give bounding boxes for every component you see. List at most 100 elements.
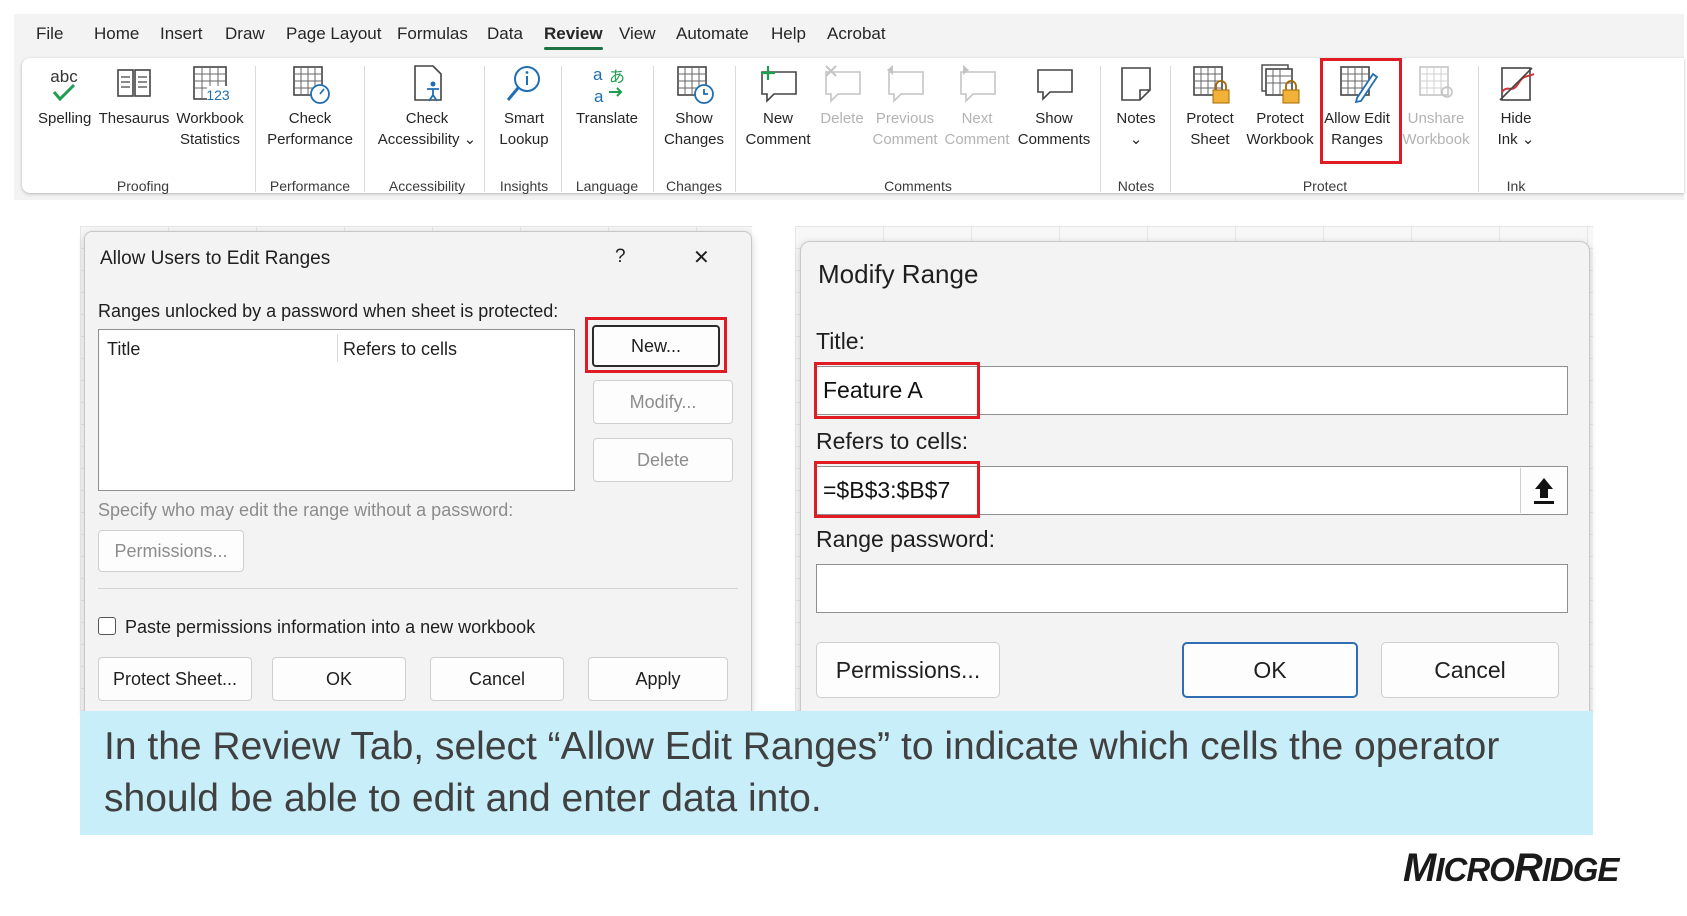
check-performance-label-1: Check: [288, 110, 332, 127]
notes-label-2: ⌄: [1129, 131, 1143, 148]
previous-comment-button: Previous Comment: [870, 62, 940, 150]
cancel-button[interactable]: Cancel: [1381, 642, 1559, 698]
spelling-button[interactable]: abc Spelling: [38, 62, 92, 129]
group-separator: [653, 66, 654, 192]
group-notes-label: Notes: [1117, 178, 1155, 194]
collapse-dialog-button[interactable]: [1520, 468, 1566, 513]
workbook-statistics-label-2: Statistics: [179, 131, 240, 148]
protect-sheet-label-2: Sheet: [1190, 131, 1230, 148]
svg-text:a: a: [594, 87, 604, 106]
refers-to-cells-label: Refers to cells:: [816, 428, 969, 454]
tab-draw[interactable]: Draw: [225, 24, 265, 44]
ok-button[interactable]: OK: [272, 657, 406, 701]
tab-file[interactable]: File: [36, 24, 63, 44]
tab-review[interactable]: Review: [544, 24, 603, 50]
ranges-list[interactable]: Title Refers to cells: [98, 329, 575, 491]
help-icon[interactable]: ?: [615, 246, 626, 268]
tab-page-layout[interactable]: Page Layout: [286, 24, 381, 44]
group-ink-label: Ink: [1506, 178, 1526, 194]
apply-button[interactable]: Apply: [588, 657, 728, 701]
group-separator: [255, 66, 256, 192]
unshare-workbook-button: Unshare Workbook: [1400, 62, 1472, 150]
spelling-icon: abc: [50, 67, 78, 102]
modify-range-dialog: Modify Range Title: Feature A Refers to …: [800, 241, 1590, 713]
unshare-workbook-icon: [1419, 66, 1453, 98]
hide-ink-icon: [1499, 67, 1535, 101]
group-separator: [735, 66, 736, 192]
group-language-label: Language: [575, 178, 639, 194]
show-comments-button[interactable]: Show Comments: [1014, 62, 1094, 150]
smart-lookup-label-2: Lookup: [499, 131, 549, 148]
show-changes-button[interactable]: Show Changes: [659, 62, 729, 150]
delete-comment-button: Delete: [816, 62, 868, 129]
notes-button[interactable]: Notes ⌄: [1108, 62, 1164, 150]
group-separator: [1100, 66, 1101, 192]
protect-workbook-label-2: Workbook: [1246, 131, 1314, 148]
excel-ribbon: File Home Insert Draw Page Layout Formul…: [14, 14, 1684, 200]
tab-acrobat[interactable]: Acrobat: [827, 24, 886, 44]
caption-text: In the Review Tab, select “Allow Edit Ra…: [104, 725, 1500, 820]
logo-idge: IDGE: [1541, 851, 1620, 888]
workbook-statistics-label-1: Workbook: [176, 110, 244, 127]
spelling-label: Spelling: [38, 110, 92, 127]
thesaurus-button[interactable]: Thesaurus: [98, 62, 170, 129]
ok-button[interactable]: OK: [1182, 642, 1358, 698]
unshare-workbook-label-1: Unshare: [1407, 110, 1465, 127]
paste-permissions-label[interactable]: Paste permissions information into a new…: [125, 617, 535, 638]
list-header-refers[interactable]: Refers to cells: [343, 339, 457, 360]
next-comment-icon: [960, 65, 996, 103]
show-comments-label-2: Comments: [1017, 131, 1091, 148]
tab-view[interactable]: View: [619, 24, 656, 44]
translate-icon: a あ a: [593, 65, 625, 106]
range-password-input[interactable]: [816, 564, 1568, 613]
group-separator: [1170, 66, 1171, 192]
paste-permissions-checkbox[interactable]: [98, 617, 116, 635]
next-comment-button: Next Comment: [942, 62, 1012, 150]
delete-comment-label: Delete: [820, 110, 864, 127]
check-performance-icon: [293, 66, 330, 104]
tab-formulas[interactable]: Formulas: [397, 24, 468, 44]
thesaurus-icon: [117, 69, 151, 97]
ranges-label: Ranges unlocked by a password when sheet…: [98, 301, 559, 321]
cancel-button[interactable]: Cancel: [430, 657, 564, 701]
tab-home[interactable]: Home: [94, 24, 139, 44]
tab-help[interactable]: Help: [771, 24, 806, 44]
next-comment-label-1: Next: [961, 110, 993, 127]
protect-sheet-dialog-button[interactable]: Protect Sheet...: [98, 657, 252, 701]
group-separator: [1478, 66, 1479, 192]
smart-lookup-label-1: Smart: [503, 110, 544, 127]
tab-automate[interactable]: Automate: [676, 24, 749, 44]
group-protect-label: Protect: [1302, 178, 1348, 194]
hide-ink-button[interactable]: Hide Ink ⌄: [1486, 62, 1546, 150]
protect-workbook-label-1: Protect: [1256, 110, 1304, 127]
delete-comment-icon: [825, 65, 861, 103]
ribbon-tab-bar: File Home Insert Draw Page Layout Formul…: [14, 14, 1684, 58]
new-button-highlight: [585, 317, 727, 373]
translate-button[interactable]: a あ a Translate: [567, 62, 647, 129]
protect-workbook-button[interactable]: Protect Workbook: [1244, 62, 1316, 150]
logo-letter-r: R: [1513, 846, 1543, 890]
group-insights-label: Insights: [499, 178, 549, 194]
check-accessibility-button[interactable]: Check Accessibility ⌄: [374, 62, 480, 150]
close-icon[interactable]: ✕: [693, 245, 710, 270]
check-accessibility-icon: [414, 65, 442, 102]
permissions-button[interactable]: Permissions...: [816, 642, 1000, 698]
allow-edit-ranges-highlight: [1320, 58, 1402, 164]
previous-comment-icon: [887, 65, 924, 103]
previous-comment-label-2: Comment: [872, 131, 938, 148]
list-header-title[interactable]: Title: [107, 339, 140, 360]
tab-insert[interactable]: Insert: [160, 24, 203, 44]
smart-lookup-button[interactable]: Smart Lookup: [492, 62, 556, 150]
show-changes-label-2: Changes: [663, 131, 725, 148]
group-proofing-label: Proofing: [116, 178, 170, 194]
new-comment-button[interactable]: New Comment: [742, 62, 814, 150]
svg-text:123: 123: [206, 87, 230, 103]
group-comments-label: Comments: [884, 178, 952, 194]
modify-button: Modify...: [593, 380, 733, 424]
protect-sheet-button[interactable]: Protect Sheet: [1178, 62, 1242, 150]
protect-sheet-icon: [1193, 66, 1230, 104]
protect-workbook-icon: [1261, 64, 1300, 104]
check-performance-button[interactable]: Check Performance: [265, 62, 355, 150]
workbook-statistics-button[interactable]: 123 Workbook Statistics: [174, 62, 246, 150]
tab-data[interactable]: Data: [487, 24, 523, 44]
